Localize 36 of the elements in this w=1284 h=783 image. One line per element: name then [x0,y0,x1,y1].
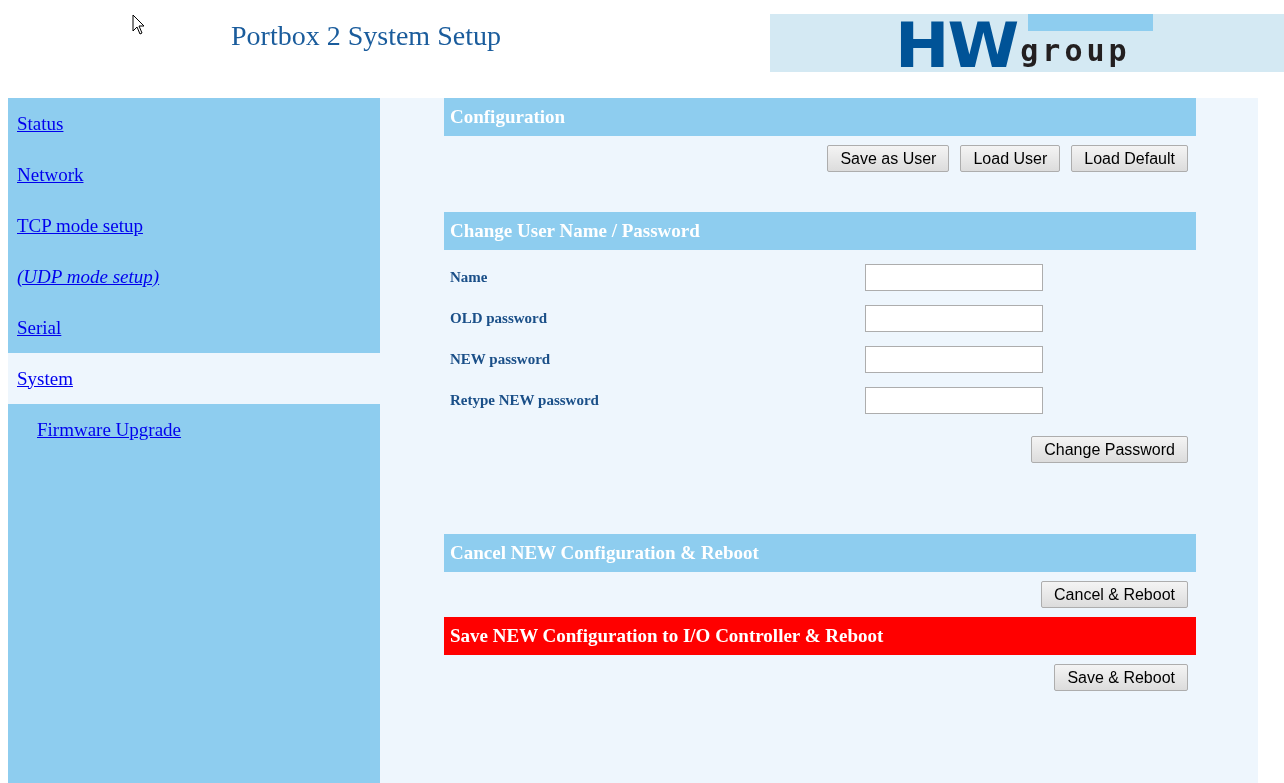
logo-word: group [1020,36,1131,66]
logo-mark: HW [895,20,1018,72]
nav-link[interactable]: Status [17,112,64,135]
page-title: Portbox 2 System Setup [231,19,502,53]
nav-link[interactable]: Serial [17,316,62,339]
action-button[interactable]: Load User [960,145,1061,172]
section-header: Cancel NEW Configuration & Reboot [444,534,1196,572]
action-button[interactable]: Change Password [1031,436,1188,463]
sidebar-item[interactable]: Status [8,98,380,149]
action-button[interactable]: Cancel & Reboot [1041,581,1188,608]
sidebar-item[interactable]: System [8,353,380,404]
input-field[interactable] [865,387,1043,414]
field-label: OLD password [450,310,548,327]
sidebar-item[interactable]: (UDP mode setup) [8,251,380,302]
field-label: Name [450,269,488,286]
field-label: NEW password [450,351,551,368]
section-header: Change User Name / Password [444,212,1196,250]
section-header: Configuration [444,98,1196,136]
section-header: Save NEW Configuration to I/O Controller & Reboot [444,617,1196,655]
sidebar-item[interactable]: Serial [8,302,380,353]
input-field[interactable] [865,346,1043,373]
nav-link[interactable]: Firmware Upgrade [37,418,182,441]
field-label: Retype NEW password [450,392,599,409]
action-button[interactable]: Save & Reboot [1054,664,1188,691]
action-button[interactable]: Load Default [1071,145,1188,172]
sidebar-item[interactable]: TCP mode setup [8,200,380,251]
sidebar-item[interactable]: Firmware Upgrade [8,404,380,455]
input-field[interactable] [865,305,1043,332]
nav-link[interactable]: (UDP mode setup) [17,265,160,288]
input-field[interactable] [865,264,1043,291]
action-button[interactable]: Save as User [827,145,950,172]
mouse-pointer-icon [132,14,146,36]
nav-link[interactable]: TCP mode setup [17,214,143,237]
nav-link[interactable]: Network [17,163,84,186]
sidebar-item[interactable]: Network [8,149,380,200]
nav-link[interactable]: System [17,367,73,390]
